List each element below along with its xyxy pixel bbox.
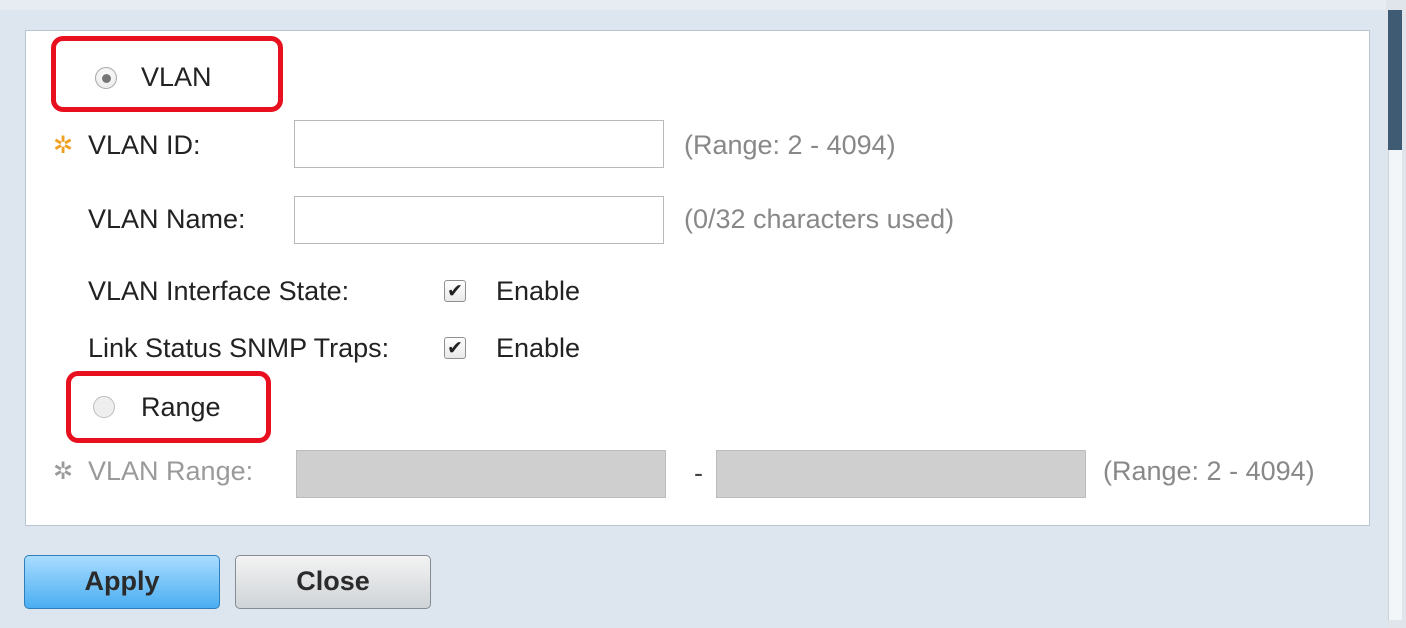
vlan-name-input[interactable]	[294, 196, 664, 244]
vlan-option-highlight	[51, 36, 283, 112]
range-separator: -	[694, 458, 703, 488]
vlan-range-start-input[interactable]	[296, 450, 666, 498]
vlan-range-label: VLAN Range:	[88, 456, 254, 486]
required-gear-icon: ✲	[53, 457, 74, 485]
interface-state-enable-label[interactable]: Enable	[496, 275, 580, 307]
close-button[interactable]: Close	[235, 555, 431, 609]
background-page-edge	[1386, 0, 1406, 628]
vlan-name-char-count: (0/32 characters used)	[684, 204, 955, 234]
link-status-traps-enable-label[interactable]: Enable	[496, 332, 580, 364]
vlan-range-end-input[interactable]	[716, 450, 1086, 498]
link-status-traps-checkbox[interactable]: ✔	[444, 337, 466, 359]
required-gear-icon: ✲	[53, 131, 74, 159]
link-status-traps-label: Link Status SNMP Traps:	[88, 333, 390, 363]
vlan-range-hint: (Range: 2 - 4094)	[1103, 456, 1315, 486]
vlan-id-label: VLAN ID:	[88, 130, 201, 160]
background-header	[1388, 10, 1402, 150]
interface-state-label: VLAN Interface State:	[88, 276, 350, 306]
vlan-id-input[interactable]	[294, 120, 664, 168]
vlan-form-panel: VLAN ✲ VLAN ID: (Range: 2 - 4094) VLAN N…	[25, 30, 1370, 526]
background-content	[1388, 150, 1402, 620]
range-option-highlight	[66, 371, 271, 443]
checkmark-icon: ✔	[447, 280, 463, 302]
vlan-name-label: VLAN Name:	[88, 204, 246, 234]
interface-state-checkbox[interactable]: ✔	[444, 280, 466, 302]
apply-button[interactable]: Apply	[24, 555, 220, 609]
vlan-id-range-hint: (Range: 2 - 4094)	[684, 130, 896, 160]
checkmark-icon: ✔	[447, 337, 463, 359]
dialog-top-strip	[0, 0, 1406, 10]
